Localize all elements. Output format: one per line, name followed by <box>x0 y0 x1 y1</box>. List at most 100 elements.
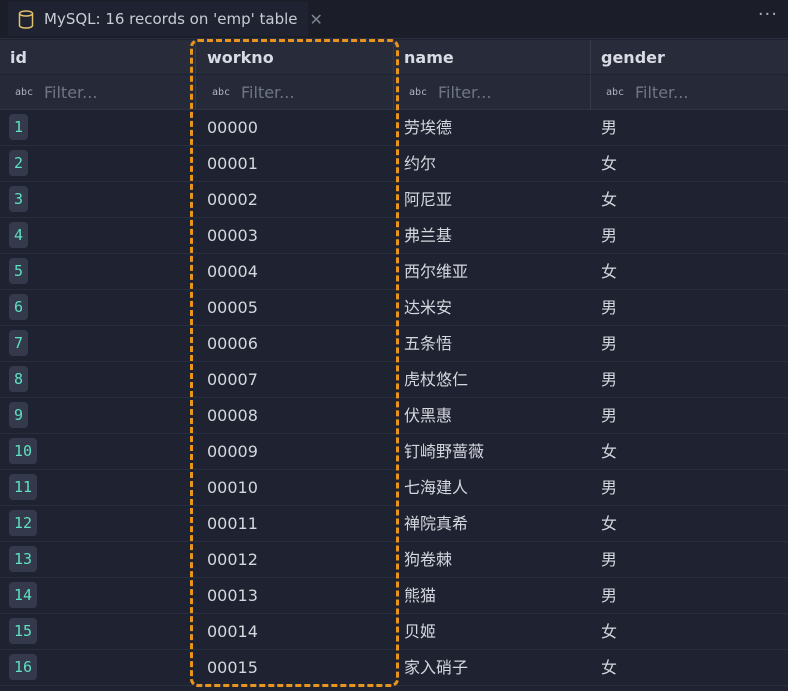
cell-name[interactable]: 约尔 <box>394 146 591 181</box>
row-id-badge: 10 <box>9 438 38 464</box>
table-row[interactable]: 9 00008 伏黑惠 男 <box>0 398 788 434</box>
cell-name[interactable]: 贝姬 <box>394 614 591 649</box>
row-id-badge: 5 <box>9 258 29 284</box>
filter-cell-gender: abc <box>591 75 788 109</box>
tab-title: MySQL: 16 records on 'emp' table <box>44 10 298 28</box>
cell-name[interactable]: 弗兰基 <box>394 218 591 253</box>
table-row[interactable]: 12 00011 禅院真希 女 <box>0 506 788 542</box>
row-id-badge: 8 <box>9 366 29 392</box>
cell-gender[interactable]: 男 <box>591 110 788 145</box>
cell-gender[interactable]: 男 <box>591 542 788 577</box>
cell-workno[interactable]: 00005 <box>197 290 394 325</box>
cell-gender[interactable]: 女 <box>591 650 788 685</box>
table-row[interactable]: 11 00010 七海建人 男 <box>0 470 788 506</box>
cell-workno[interactable]: 00003 <box>197 218 394 253</box>
filter-input-name[interactable] <box>436 81 560 103</box>
text-type-icon: abc <box>605 86 625 98</box>
cell-name[interactable]: 禅院真希 <box>394 506 591 541</box>
row-id-badge: 9 <box>9 402 29 428</box>
row-id-badge: 16 <box>9 654 38 680</box>
cell-workno[interactable]: 00011 <box>197 506 394 541</box>
row-id-badge: 14 <box>9 582 38 608</box>
cell-workno[interactable]: 00006 <box>197 326 394 361</box>
cell-workno[interactable]: 00014 <box>197 614 394 649</box>
cell-gender[interactable]: 女 <box>591 146 788 181</box>
cell-workno[interactable]: 00007 <box>197 362 394 397</box>
row-id-badge: 3 <box>9 186 29 212</box>
cell-gender[interactable]: 男 <box>591 218 788 253</box>
filter-cell-id: abc <box>0 75 196 109</box>
table-row[interactable]: 6 00005 达米安 男 <box>0 290 788 326</box>
cell-gender[interactable]: 男 <box>591 578 788 613</box>
row-id-badge: 7 <box>9 330 29 356</box>
cell-workno[interactable]: 00015 <box>197 650 394 685</box>
database-icon <box>18 9 34 29</box>
table-row[interactable]: 7 00006 五条悟 男 <box>0 326 788 362</box>
row-id-badge: 13 <box>9 546 38 572</box>
cell-gender[interactable]: 女 <box>591 182 788 217</box>
column-header-name[interactable]: name <box>394 40 591 74</box>
cell-gender[interactable]: 女 <box>591 506 788 541</box>
cell-workno[interactable]: 00010 <box>197 470 394 505</box>
cell-name[interactable]: 钉崎野蔷薇 <box>394 434 591 469</box>
cell-workno[interactable]: 00009 <box>197 434 394 469</box>
close-icon[interactable]: ✕ <box>310 10 323 29</box>
cell-name[interactable]: 虎杖悠仁 <box>394 362 591 397</box>
cell-gender[interactable]: 男 <box>591 362 788 397</box>
cell-name[interactable]: 达米安 <box>394 290 591 325</box>
cell-workno[interactable]: 00002 <box>197 182 394 217</box>
row-id-badge: 1 <box>9 114 29 140</box>
cell-name[interactable]: 熊猫 <box>394 578 591 613</box>
cell-name[interactable]: 五条悟 <box>394 326 591 361</box>
cell-gender[interactable]: 女 <box>591 254 788 289</box>
table-row[interactable]: 2 00001 约尔 女 <box>0 146 788 182</box>
filter-cell-name: abc <box>394 75 591 109</box>
cell-gender[interactable]: 男 <box>591 326 788 361</box>
table-row[interactable]: 3 00002 阿尼亚 女 <box>0 182 788 218</box>
column-header-id[interactable]: id <box>0 40 196 74</box>
tab-emp-table[interactable]: MySQL: 16 records on 'emp' table ✕ <box>8 2 323 36</box>
table-row[interactable]: 13 00012 狗卷棘 男 <box>0 542 788 578</box>
cell-gender[interactable]: 女 <box>591 434 788 469</box>
table-row[interactable]: 15 00014 贝姬 女 <box>0 614 788 650</box>
filter-input-gender[interactable] <box>633 81 757 103</box>
column-header-row: id workno name gender <box>0 40 788 74</box>
cell-workno[interactable]: 00004 <box>197 254 394 289</box>
cell-name[interactable]: 劳埃德 <box>394 110 591 145</box>
table-row[interactable]: 1 00000 劳埃德 男 <box>0 110 788 146</box>
table-row[interactable]: 8 00007 虎杖悠仁 男 <box>0 362 788 398</box>
cell-gender[interactable]: 男 <box>591 398 788 433</box>
cell-workno[interactable]: 00013 <box>197 578 394 613</box>
cell-name[interactable]: 家入硝子 <box>394 650 591 685</box>
cell-workno[interactable]: 00001 <box>197 146 394 181</box>
table-row[interactable]: 16 00015 家入硝子 女 <box>0 650 788 686</box>
cell-workno[interactable]: 00008 <box>197 398 394 433</box>
filter-input-workno[interactable] <box>239 81 363 103</box>
cell-name[interactable]: 西尔维亚 <box>394 254 591 289</box>
table-row[interactable]: 4 00003 弗兰基 男 <box>0 218 788 254</box>
row-id-badge: 6 <box>9 294 29 320</box>
filter-row: abc abc abc abc <box>0 75 788 110</box>
cell-workno[interactable]: 00000 <box>197 110 394 145</box>
cell-name[interactable]: 七海建人 <box>394 470 591 505</box>
more-actions-icon[interactable]: ··· <box>758 4 778 25</box>
text-type-icon: abc <box>14 86 34 98</box>
row-id-badge: 4 <box>9 222 29 248</box>
column-header-gender[interactable]: gender <box>591 40 788 74</box>
table-row[interactable]: 5 00004 西尔维亚 女 <box>0 254 788 290</box>
row-id-badge: 11 <box>9 474 38 500</box>
table-row[interactable]: 10 00009 钉崎野蔷薇 女 <box>0 434 788 470</box>
column-header-workno[interactable]: workno <box>197 40 394 74</box>
cell-gender[interactable]: 男 <box>591 470 788 505</box>
cell-name[interactable]: 阿尼亚 <box>394 182 591 217</box>
cell-workno[interactable]: 00012 <box>197 542 394 577</box>
tab-bar: MySQL: 16 records on 'emp' table ✕ ··· <box>0 0 788 39</box>
filter-input-id[interactable] <box>42 81 166 103</box>
cell-name[interactable]: 狗卷棘 <box>394 542 591 577</box>
cell-gender[interactable]: 女 <box>591 614 788 649</box>
table-row[interactable]: 14 00013 熊猫 男 <box>0 578 788 614</box>
text-type-icon: abc <box>408 86 428 98</box>
row-id-badge: 12 <box>9 510 38 536</box>
cell-name[interactable]: 伏黑惠 <box>394 398 591 433</box>
cell-gender[interactable]: 男 <box>591 290 788 325</box>
